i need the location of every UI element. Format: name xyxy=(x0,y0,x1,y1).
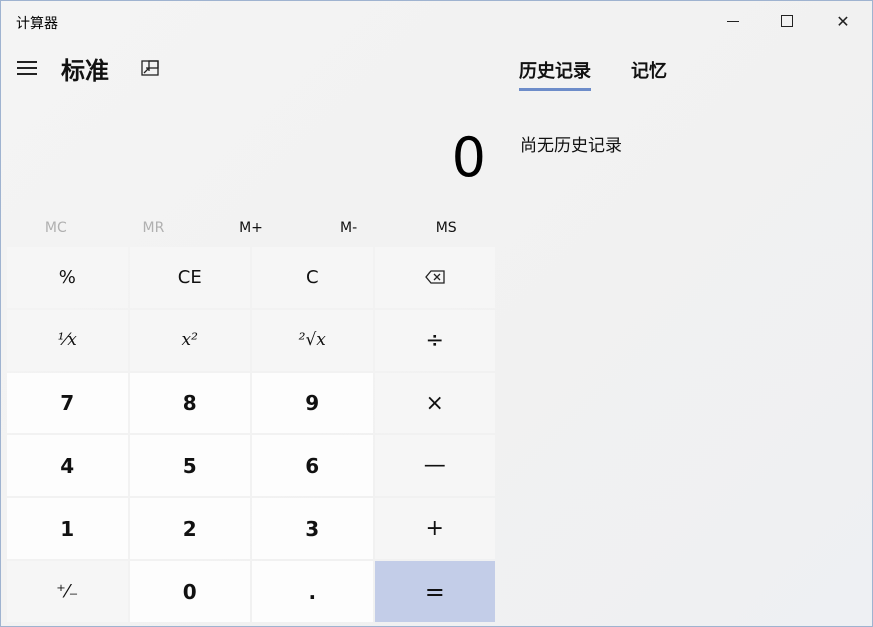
result-display: 0 xyxy=(451,126,486,189)
title-bar[interactable]: 计算器 ✕ xyxy=(1,1,872,41)
equals-button[interactable]: = xyxy=(374,561,495,622)
digit-7-button[interactable]: 7 xyxy=(7,372,128,434)
keep-on-top-icon xyxy=(141,60,159,76)
percent-button[interactable]: % xyxy=(7,247,128,308)
multiply-button[interactable]: × xyxy=(374,372,495,434)
hamburger-icon-line xyxy=(17,61,37,63)
hamburger-menu-button[interactable] xyxy=(9,51,45,85)
digit-5-button[interactable]: 5 xyxy=(129,435,250,497)
digit-0-button[interactable]: 0 xyxy=(129,561,250,622)
calculator-window: 计算器 ✕ 标准 0 MC MR M+ M- MS % CE C ¹⁄x x² … xyxy=(0,0,873,627)
memory-subtract-button[interactable]: M- xyxy=(300,213,398,243)
minimize-icon xyxy=(727,20,739,22)
minimize-button[interactable] xyxy=(706,1,760,41)
tab-history[interactable]: 历史记录 xyxy=(519,57,591,91)
close-button[interactable]: ✕ xyxy=(816,1,870,41)
clear-entry-button[interactable]: CE xyxy=(129,247,250,308)
app-title: 计算器 xyxy=(16,16,58,32)
maximize-icon xyxy=(781,15,793,27)
square-root-button[interactable]: ²√x xyxy=(252,309,373,371)
digit-2-button[interactable]: 2 xyxy=(129,498,250,560)
digit-3-button[interactable]: 3 xyxy=(252,498,373,560)
memory-add-button[interactable]: M+ xyxy=(202,213,300,243)
clear-button[interactable]: C xyxy=(252,247,373,308)
history-memory-panel: 历史记录 记忆 尚无历史记录 xyxy=(511,41,872,626)
square-button[interactable]: x² xyxy=(129,309,250,371)
decimal-button[interactable]: . xyxy=(252,561,373,622)
backspace-icon xyxy=(424,270,445,285)
memory-recall-button[interactable]: MR xyxy=(105,213,203,243)
minus-button[interactable]: — xyxy=(374,435,495,497)
keep-on-top-button[interactable] xyxy=(137,55,163,81)
backspace-button[interactable] xyxy=(374,247,495,308)
digit-1-button[interactable]: 1 xyxy=(7,498,128,560)
empty-history-message: 尚无历史记录 xyxy=(520,136,622,156)
digit-4-button[interactable]: 4 xyxy=(7,435,128,497)
tab-memory[interactable]: 记忆 xyxy=(631,57,667,91)
memory-clear-button[interactable]: MC xyxy=(7,213,105,243)
hamburger-icon-line xyxy=(17,67,37,69)
maximize-button[interactable] xyxy=(760,1,814,41)
mode-title: 标准 xyxy=(61,57,109,85)
keypad: % CE C ¹⁄x x² ²√x ÷ 7 8 9 × 4 5 6 — 1 2 … xyxy=(7,247,495,622)
close-icon: ✕ xyxy=(836,11,850,31)
panel-tabs: 历史记录 记忆 xyxy=(519,57,667,91)
reciprocal-button[interactable]: ¹⁄x xyxy=(7,309,128,371)
memory-store-button[interactable]: MS xyxy=(397,213,495,243)
memory-row: MC MR M+ M- MS xyxy=(7,213,495,243)
negate-button[interactable]: ⁺⁄₋ xyxy=(7,561,128,622)
divide-button[interactable]: ÷ xyxy=(374,309,495,371)
digit-8-button[interactable]: 8 xyxy=(129,372,250,434)
plus-button[interactable]: + xyxy=(374,498,495,560)
digit-9-button[interactable]: 9 xyxy=(252,372,373,434)
hamburger-icon-line xyxy=(17,73,37,75)
digit-6-button[interactable]: 6 xyxy=(252,435,373,497)
